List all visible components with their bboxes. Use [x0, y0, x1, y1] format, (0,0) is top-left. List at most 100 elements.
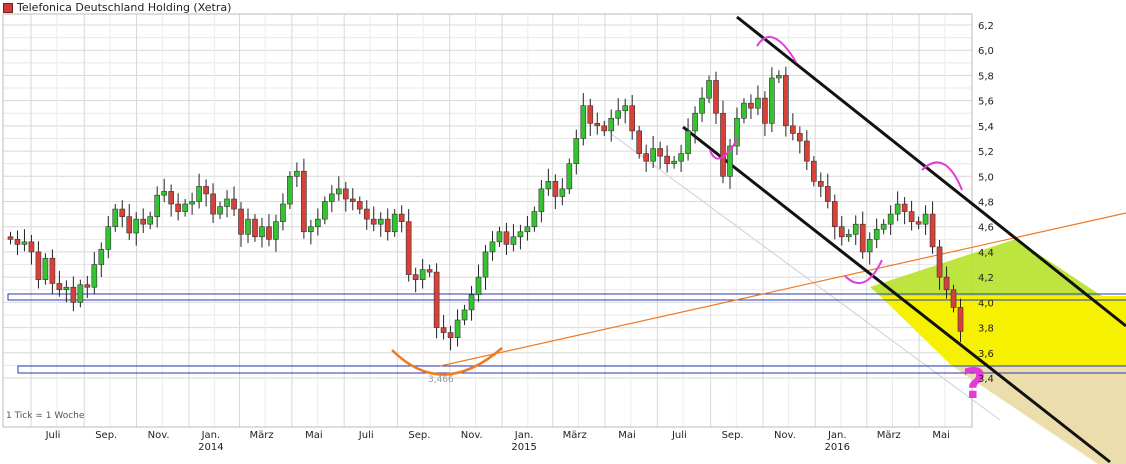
candle-body-down — [175, 203, 181, 212]
candle-body-down — [412, 274, 419, 280]
candle-body-down — [356, 201, 363, 210]
candle-body-down — [84, 284, 91, 288]
candle-body-up — [294, 170, 300, 177]
candle-body-up — [671, 160, 677, 164]
candle-body-up — [741, 102, 747, 119]
candle-body-down — [342, 188, 349, 200]
y-tick-label: 3,8 — [978, 324, 994, 335]
candle-body-up — [845, 233, 852, 238]
candle-body-up — [510, 236, 517, 245]
x-year-label: 2015 — [511, 442, 536, 453]
candle-body-down — [783, 75, 789, 127]
candle-body-down — [70, 286, 77, 303]
y-tick-label: 4,8 — [978, 198, 994, 209]
tick-interval-note: 1 Tick = 1 Woche — [6, 411, 85, 421]
candle-body-up — [335, 188, 342, 195]
candle-body-up — [573, 138, 580, 164]
candle-body-up — [147, 216, 154, 225]
candle-body-down — [28, 241, 35, 253]
candle-body-down — [636, 130, 642, 154]
candle-body-down — [447, 332, 454, 338]
candle-body-down — [210, 193, 216, 215]
candle-body-up — [922, 213, 929, 225]
candle-body-up — [21, 241, 28, 245]
x-tick-label: Mai — [305, 430, 323, 441]
price-axis: 6,2 6,0 5,8 5,6 5,4 5,2 5,0 4,8 4,6 4,4 4,2 4,0 3,8 3… — [978, 21, 994, 385]
candle-body-up — [475, 276, 482, 296]
candle-body-up — [559, 188, 566, 197]
candle-body-down — [426, 269, 433, 273]
candle-body-down — [384, 218, 391, 233]
candle-body-down — [859, 223, 866, 253]
candle-body-up — [322, 201, 328, 220]
candle-body-up — [685, 130, 691, 154]
candle-body-up — [98, 249, 105, 265]
candle-body-up — [531, 211, 538, 228]
candle-body-down — [370, 218, 377, 225]
x-tick-label: März — [877, 430, 901, 441]
candle-body-down — [643, 153, 649, 162]
y-tick-label: 5,6 — [978, 97, 994, 108]
candle-body-down — [238, 208, 244, 235]
candle-body-down — [657, 148, 663, 157]
candle-body-down — [601, 125, 608, 132]
x-tick-label: Mai — [618, 430, 636, 441]
candle-body-up — [461, 309, 468, 321]
candle-body-up — [280, 203, 286, 222]
candle — [783, 66, 789, 137]
x-tick-label: Juli — [45, 430, 61, 441]
candle-body-up — [482, 251, 489, 278]
candle-body-up — [852, 223, 859, 235]
candle-body-up — [873, 228, 880, 240]
candle-body-up — [545, 181, 552, 190]
candle-body-down — [915, 221, 922, 225]
candle-body-down — [35, 251, 42, 280]
candle-body-up — [273, 221, 279, 240]
candle-body-up — [77, 284, 84, 303]
candle-body-up — [245, 218, 251, 235]
y-tick-label: 5,0 — [978, 172, 994, 183]
candle-body-up — [615, 110, 622, 119]
candle-body-down — [838, 226, 845, 238]
candle-body-up — [259, 226, 265, 238]
candle-body-down — [929, 213, 936, 248]
candle-body-down — [587, 105, 594, 124]
candle-body-up — [894, 203, 901, 215]
candle-body-down — [440, 327, 447, 333]
x-tick-label: Nov. — [461, 430, 483, 441]
candle-body-down — [140, 218, 147, 225]
candle-body-down — [405, 221, 412, 275]
x-tick-label: Jan. — [827, 430, 847, 441]
candle-body-down — [266, 226, 272, 240]
chart-title-text: Telefonica Deutschland Holding (Xetra) — [17, 1, 232, 14]
candle-body-down — [629, 105, 636, 132]
y-tick-label: 4,0 — [978, 298, 994, 309]
candle-body-up — [182, 203, 188, 212]
candle — [433, 263, 440, 339]
candle-body-up — [391, 213, 398, 233]
x-tick-label: Mai — [932, 430, 950, 441]
candle-body-up — [517, 231, 524, 238]
low-value-label: 3,466 — [428, 375, 454, 385]
y-tick-label: 4,4 — [978, 248, 994, 259]
candle-body-up — [133, 218, 140, 234]
x-tick-label: Sep. — [408, 430, 430, 441]
candle-body-down — [901, 203, 908, 212]
candle-body-down — [957, 307, 964, 332]
candle-body-down — [936, 246, 943, 278]
candle-body-up — [105, 226, 112, 250]
candle-body-up — [63, 286, 70, 291]
candle — [566, 158, 573, 194]
candle-body-down — [810, 160, 817, 182]
candle-body-down — [14, 239, 21, 245]
y-tick-label: 6,0 — [978, 46, 994, 57]
candle-body-down — [790, 125, 796, 134]
candle-body-up — [706, 80, 712, 99]
candle-body-down — [7, 236, 14, 240]
candle-body-down — [49, 257, 56, 284]
candle-body-down — [713, 80, 719, 114]
candle-body-up — [161, 191, 167, 196]
candle-body-down — [363, 208, 370, 220]
candle-body-up — [755, 97, 761, 109]
candle-body-up — [538, 188, 545, 212]
